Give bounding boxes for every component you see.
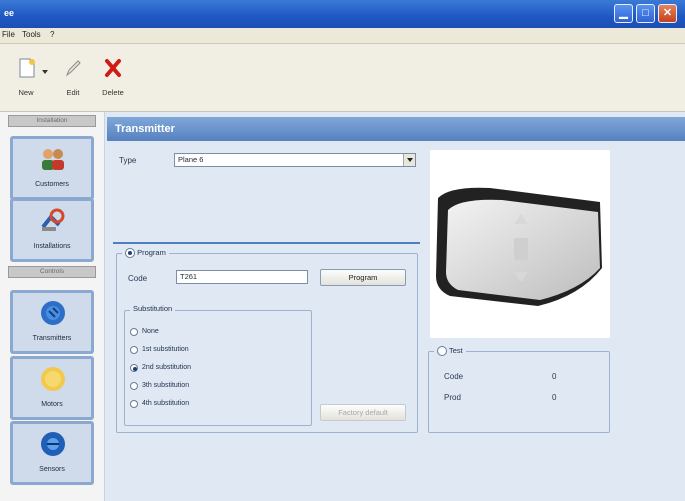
factory-default-button[interactable]: Factory default — [320, 404, 406, 421]
sidebar-item-motors[interactable]: Motors — [10, 356, 94, 420]
menu-file[interactable]: File — [2, 30, 15, 39]
menu-help[interactable]: ? — [50, 30, 54, 39]
radio-button-selected[interactable] — [130, 364, 138, 372]
radio-button[interactable] — [130, 328, 138, 336]
type-label: Type — [119, 156, 137, 165]
sidebar-item-label: Motors — [41, 401, 63, 408]
radio-button[interactable] — [130, 400, 138, 408]
sensors-icon — [41, 432, 65, 456]
motors-icon — [41, 367, 65, 391]
test-prod-value: 0 — [552, 393, 557, 402]
test-legend-label: Test — [448, 346, 463, 355]
page-title: Transmitter — [107, 117, 685, 141]
customers-icon — [42, 149, 64, 170]
sidebar-item-label: Customers — [35, 181, 69, 188]
installations-icon — [41, 208, 65, 231]
edit-label: Edit — [66, 88, 80, 97]
substitution-legend: Substitution — [130, 304, 176, 313]
new-button[interactable]: New — [12, 58, 40, 100]
code-input[interactable]: T261 — [176, 270, 308, 284]
test-code-label: Code — [444, 372, 464, 381]
sidebar-item-customers[interactable]: Customers — [10, 136, 94, 200]
sidebar-item-label: Installations — [33, 243, 71, 250]
test-legend[interactable]: Test — [434, 346, 466, 357]
test-prod-label: Prod — [444, 393, 461, 402]
nav-header-installation: Installation — [8, 115, 96, 127]
delete-label: Delete — [102, 88, 124, 97]
program-radio[interactable] — [125, 248, 135, 259]
program-legend[interactable]: Program — [122, 248, 169, 259]
chevron-down-icon — [407, 158, 413, 162]
pencil-icon — [65, 60, 81, 77]
program-button[interactable]: Program — [320, 269, 406, 286]
transmitter-device-icon — [436, 187, 602, 306]
separator — [113, 242, 420, 244]
minimize-icon: ▁ — [619, 7, 628, 19]
type-dropdown-button[interactable] — [403, 154, 415, 166]
maximize-icon: □ — [642, 7, 649, 19]
program-legend-label: Program — [137, 248, 166, 257]
window-title: ee — [4, 8, 15, 18]
radio-label: 3th substitution — [142, 382, 190, 389]
new-document-icon — [19, 58, 35, 78]
product-image — [430, 150, 610, 338]
new-dropdown-arrow[interactable] — [41, 68, 49, 76]
close-button[interactable]: ✕ — [658, 4, 677, 23]
type-value: Plane 6 — [178, 155, 204, 164]
menu-tools[interactable]: Tools — [22, 30, 41, 39]
code-label: Code — [128, 274, 148, 283]
chevron-down-icon — [42, 70, 48, 74]
type-select[interactable]: Plane 6 — [174, 153, 416, 167]
transmitters-icon — [41, 301, 65, 325]
nav-header-controls: Controls — [8, 266, 96, 278]
radio-button[interactable] — [130, 346, 138, 354]
test-code-value: 0 — [552, 372, 557, 381]
delete-x-icon — [105, 59, 121, 77]
sidebar-item-sensors[interactable]: Sensors — [10, 421, 94, 485]
sidebar-item-installations[interactable]: Installations — [10, 198, 94, 262]
sidebar-item-label: Sensors — [39, 466, 65, 473]
maximize-button[interactable]: □ — [636, 4, 655, 23]
delete-button[interactable]: Delete — [94, 58, 132, 100]
sidebar-item-transmitters[interactable]: Transmitters — [10, 290, 94, 354]
sidebar-item-label: Transmitters — [32, 335, 72, 342]
test-group — [428, 351, 610, 433]
menu-bar — [0, 28, 685, 44]
radio-label: 4th substitution — [142, 400, 190, 407]
radio-label: 2nd substitution — [142, 364, 192, 371]
close-icon: ✕ — [662, 7, 673, 19]
new-label: New — [18, 88, 34, 97]
title-bar — [0, 0, 685, 28]
radio-button[interactable] — [130, 382, 138, 390]
minimize-button[interactable]: ▁ — [614, 4, 633, 23]
radio-label: 1st substitution — [142, 346, 189, 353]
test-radio[interactable] — [437, 346, 447, 357]
radio-label: None — [142, 328, 159, 335]
edit-button[interactable]: Edit — [56, 58, 90, 100]
